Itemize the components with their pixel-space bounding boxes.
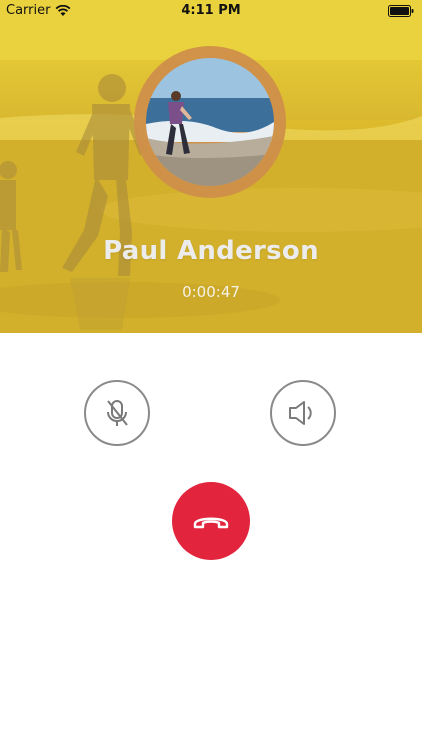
avatar-photo [146, 58, 274, 186]
call-duration: 0:00:47 [182, 283, 240, 301]
phone-hangup-icon [193, 517, 229, 529]
caller-name: Paul Anderson [103, 236, 319, 266]
microphone-muted-icon [107, 400, 128, 426]
end-call-button[interactable] [172, 482, 250, 560]
battery-icon [388, 5, 414, 17]
call-header: Carrier 4:11 PM Paul Anderson 0:00:47 [0, 0, 422, 333]
status-time: 4:11 PM [181, 3, 241, 18]
status-bar: Carrier 4:11 PM [0, 0, 422, 22]
mute-button[interactable] [84, 380, 150, 446]
speaker-icon [289, 401, 312, 425]
speaker-button[interactable] [270, 380, 336, 446]
avatar [146, 58, 274, 186]
